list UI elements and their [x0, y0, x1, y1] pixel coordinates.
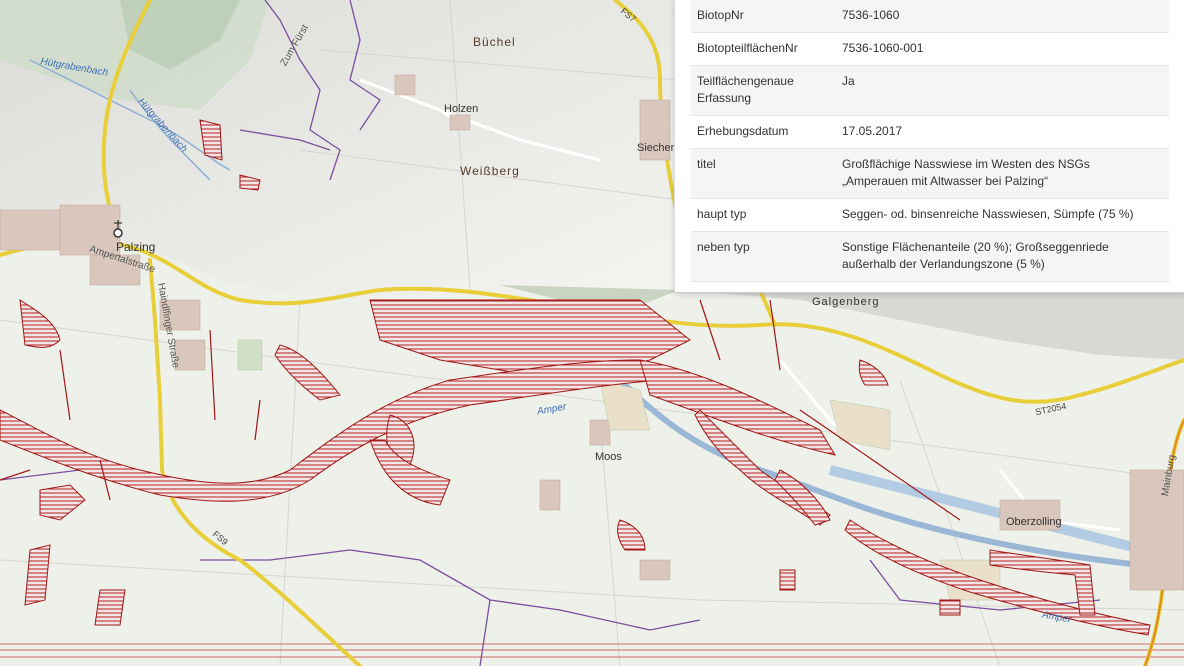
info-key: BiotopteilflächenNr — [697, 41, 798, 55]
info-row-titel: titel Großflächige Nasswiese im Westen d… — [691, 149, 1169, 199]
info-value: 80 — [842, 289, 1169, 292]
place-label-moos: Moos — [595, 451, 622, 463]
info-value: Ja — [842, 74, 855, 88]
info-row-schutz: schutz 30 80 — [691, 282, 1169, 292]
info-value: Seggen- od. binsenreiche Nasswiesen, Süm… — [842, 207, 1134, 221]
info-row-erhebungsdatum: Erhebungsdatum 17.05.2017 — [691, 116, 1169, 149]
place-label-holzen: Holzen — [444, 103, 479, 115]
info-value: Sonstige Flächenanteile (20 %); Großsegg… — [842, 240, 1109, 271]
info-key: Teilflächengenaue Erfassung — [697, 74, 794, 105]
info-key: haupt typ — [697, 207, 747, 221]
info-row-biotopnr: BiotopNr 7536-1060 — [691, 0, 1169, 33]
info-key: schutz 30 — [691, 289, 842, 292]
feature-info-panel[interactable]: BiotopNr 7536-1060 BiotopteilflächenNr 7… — [674, 0, 1184, 293]
info-row-haupt-typ: haupt typ Seggen- od. binsenreiche Nassw… — [691, 199, 1169, 232]
info-value: 17.05.2017 — [842, 124, 903, 138]
church-icon — [113, 228, 123, 238]
info-key: Erhebungsdatum — [697, 124, 789, 138]
info-value: Großflächige Nasswiese im Westen des NSG… — [842, 157, 1090, 188]
info-key: BiotopNr — [697, 8, 744, 22]
info-value: 7536-1060-001 — [842, 41, 924, 55]
info-row-erfassung: Teilflächengenaue Erfassung Ja — [691, 66, 1169, 116]
place-label-palzing: Palzing — [116, 240, 156, 254]
place-label-galgenberg: Galgenberg — [812, 296, 880, 308]
info-key: neben typ — [697, 240, 750, 254]
place-label-siechen: Siechen — [637, 142, 677, 154]
info-key: titel — [697, 157, 716, 171]
info-value: 7536-1060 — [842, 8, 900, 22]
place-label-weissberg: Weißberg — [460, 164, 520, 178]
place-label-oberzolling: Oberzolling — [1006, 516, 1062, 528]
info-row-neben-typ: neben typ Sonstige Flächenanteile (20 %)… — [691, 232, 1169, 282]
place-label-buechel: Büchel — [473, 35, 516, 49]
info-row-teilflaechennr: BiotopteilflächenNr 7536-1060-001 — [691, 33, 1169, 66]
